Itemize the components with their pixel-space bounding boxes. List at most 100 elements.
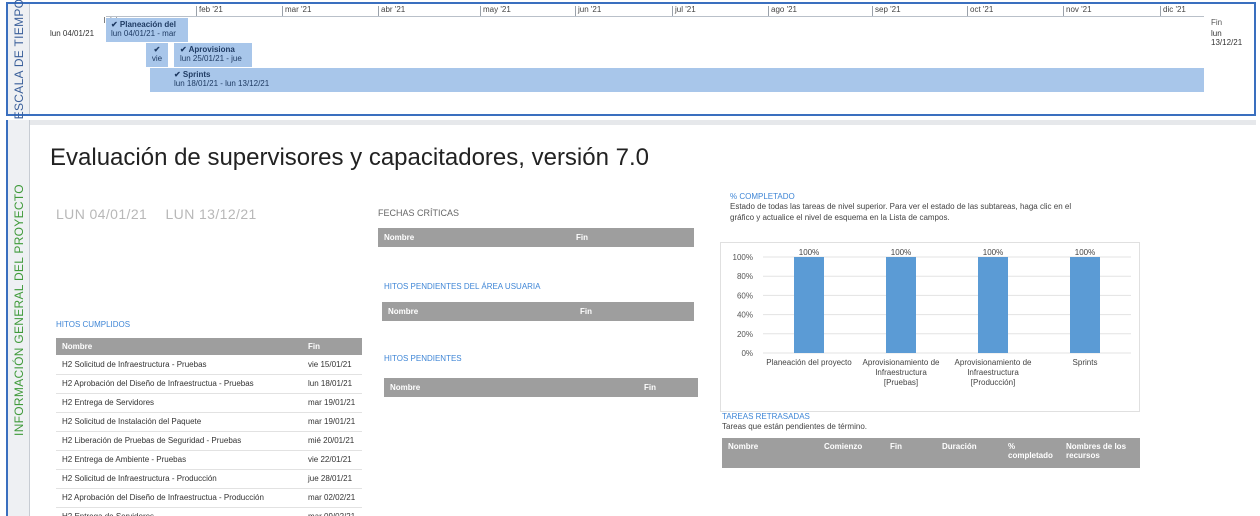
category-label: Infraestructura [967,368,1019,377]
table-row[interactable]: H2 Entrega de Servidores mar 19/01/21 [56,393,362,413]
hitos-pendientes-table[interactable]: Nombre Fin [384,378,698,397]
y-tick-label: 20% [737,330,753,339]
task-dates: vie [151,54,163,63]
overview-side-tab: INFORMACIÓN GENERAL DEL PROYECTO [8,120,30,516]
y-tick-label: 60% [737,291,753,300]
column-header: Fin [638,378,698,397]
cell-name: H2 Liberación de Pruebas de Seguridad - … [56,431,302,451]
table-row[interactable]: H2 Solicitud de Infraestructura - Produc… [56,469,362,489]
bar [978,257,1008,353]
timeline-side-tab: ESCALA DE TIEMPO [8,0,30,119]
bar [1070,257,1100,353]
overview-side-label: INFORMACIÓN GENERAL DEL PROYECTO [12,184,26,436]
cell-name: H2 Entrega de Ambiente - Pruebas [56,450,302,470]
cell-name: H2 Solicitud de Infraestructura - Produc… [56,469,302,489]
table-row[interactable]: H2 Aprobación del Diseño de Infraestruct… [56,374,362,394]
completado-description-1: Estado de todas las tareas de nivel supe… [730,202,1072,211]
panel-divider [30,120,1256,125]
table-row[interactable]: H2 Solicitud de Instalación del Paquete m… [56,412,362,432]
bar [886,257,916,353]
category-label: [Producción] [971,378,1015,387]
cell-name: H2 Aprobación del Diseño de Infraestruct… [56,374,302,394]
cell-end: mar 09/02/21 [302,507,362,516]
task-title: ✔ Sprints [174,70,211,79]
cell-end: mié 20/01/21 [302,431,362,451]
table-header-row: Nombre Fin [384,378,698,397]
hitos-pendientes-label: HITOS PENDIENTES [384,354,462,363]
timeline-task-milestone[interactable]: ✔ vie [146,43,168,67]
month-tick: nov '21 [1063,6,1092,16]
category-label: Planeación del proyecto [766,358,852,367]
y-tick-label: 40% [737,311,753,320]
tareas-retrasadas-table[interactable]: Nombre Comienzo Fin Duración % completad… [722,438,1140,468]
month-tick: jul '21 [672,6,696,16]
cell-name: H2 Entrega de Servidores [56,507,302,516]
timeline-start-date: lun 04/01/21 [50,29,95,38]
timeline-task-planeacion[interactable]: ✔ Planeación del lun 04/01/21 - mar [106,18,188,42]
task-dates: lun 18/01/21 - lun 13/12/21 [174,79,270,88]
y-tick-label: 80% [737,272,753,281]
task-dates: lun 25/01/21 - jue [180,54,242,63]
hitos-cumplidos-table[interactable]: Nombre Fin H2 Solicitud de Infraestructu… [56,338,362,516]
table-header-row: Nombre Fin [378,228,694,247]
column-header: Duración [936,438,1002,468]
cell-end: mar 19/01/21 [302,412,362,432]
timeline-side-label: ESCALA DE TIEMPO [12,0,26,120]
timeline-task-sprints[interactable]: ✔ Sprints lun 18/01/21 - lun 13/12/21 [150,68,1204,92]
project-date-range: LUN 04/01/21 LUN 13/12/21 [56,206,271,222]
table-header-row: Nombre Comienzo Fin Duración % completad… [722,438,1140,468]
table-header-row: Nombre Fin [382,302,694,321]
tareas-retrasadas-subtitle: Tareas que están pendientes de término. [722,422,867,431]
timeline-area[interactable]: feb '21 mar '21 abr '21 may '21 jun '21 … [30,4,1254,114]
report-title[interactable]: Evaluación de supervisores y capacitador… [50,144,649,172]
completado-chart[interactable]: 0% 20% 40% 60% 80% 100% 100% Planeación del pro… [720,242,1140,412]
data-label: 100% [983,248,1003,257]
cell-name: H2 Aprobación del Diseño de Infraestruct… [56,488,302,508]
project-overview-panel: INFORMACIÓN GENERAL DEL PROYECTO Evaluac… [6,120,1256,516]
category-label: Aprovisionamiento de [955,358,1032,367]
category-label: [Pruebas] [884,378,918,387]
cell-name: H2 Solicitud de Infraestructura - Prueba… [56,355,302,375]
month-tick: abr '21 [378,6,405,16]
column-header: Comienzo [818,438,884,468]
hitos-area-usuaria-label: HITOS PENDIENTES DEL ÁREA USUARIA [384,282,541,291]
cell-end: jue 28/01/21 [302,469,362,489]
table-row[interactable]: H2 Liberación de Pruebas de Seguridad - … [56,431,362,451]
category-label: Sprints [1073,358,1098,367]
table-row[interactable]: H2 Entrega de Ambiente - Pruebas vie 22/0… [56,450,362,470]
month-tick: sep '21 [872,6,901,16]
fechas-criticas-table[interactable]: Nombre Fin [378,228,694,247]
cell-end: vie 15/01/21 [302,355,362,375]
hitos-area-usuaria-table[interactable]: Nombre Fin [382,302,694,321]
timeline-end-date: lun 13/12/21 [1211,29,1243,47]
month-tick: jun '21 [575,6,601,16]
table-row[interactable]: H2 Solicitud de Infraestructura - Prueba… [56,355,362,375]
fechas-criticas-label: FECHAS CRÍTICAS [378,208,460,218]
column-header: Nombres de los recursos [1060,438,1140,468]
timeline-panel: ESCALA DE TIEMPO feb '21 mar '21 abr '21… [6,0,1256,119]
month-tick: oct '21 [967,6,993,16]
project-start-date: LUN 04/01/21 [56,206,148,222]
table-row[interactable]: H2 Entrega de Servidoresmar 09/02/21 [56,507,362,516]
cell-name: H2 Solicitud de Instalación del Paquete [56,412,302,432]
category-label: Infraestructura [875,368,927,377]
column-header: Nombre [378,228,570,247]
task-title: ✔ Aprovisiona [180,45,235,54]
column-header: Nombre [384,378,638,397]
task-title: ✔ Planeación del [111,20,176,29]
data-label: 100% [1075,248,1095,257]
column-header: Nombre [56,338,302,355]
data-label: 100% [799,248,819,257]
table-header-row: Nombre Fin [56,338,362,355]
task-title: ✔ [153,45,161,54]
column-header: Fin [884,438,936,468]
month-tick: dic '21 [1160,6,1186,16]
data-label: 100% [891,248,911,257]
tareas-retrasadas-label: TAREAS RETRASADAS [722,412,810,421]
table-row[interactable]: H2 Aprobación del Diseño de Infraestruct… [56,488,362,508]
y-tick-label: 100% [733,253,753,262]
column-header: Fin [570,228,694,247]
timeline-task-aprovisionamiento[interactable]: ✔ Aprovisiona lun 25/01/21 - jue [174,43,252,67]
column-header: Fin [302,338,362,355]
month-tick: feb '21 [196,6,223,16]
